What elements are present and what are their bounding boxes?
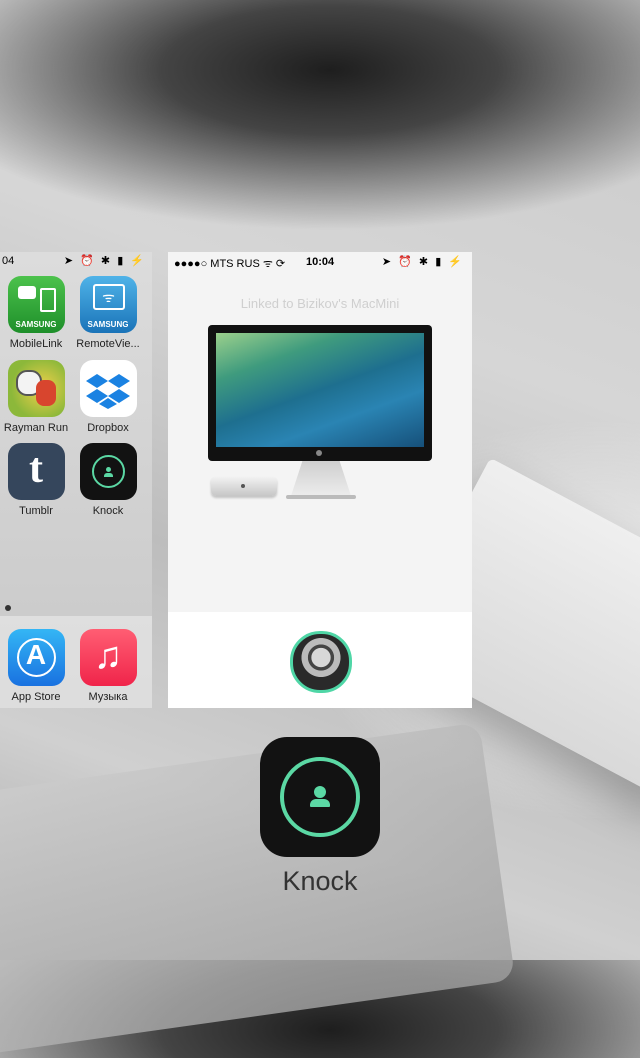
person-icon — [314, 786, 326, 798]
app-dropbox[interactable]: Dropbox — [72, 360, 144, 434]
app-mobilelink[interactable]: SAMSUNG MobileLink — [0, 276, 72, 350]
app-label: Музыка — [88, 691, 128, 703]
rayman-icon — [7, 360, 65, 417]
status-icons: ➤ ⏰ ✱ ▮ ⚡ — [381, 256, 464, 268]
status-icons: ➤ ⏰ ✱ ▮ ⚡ — [63, 255, 146, 267]
app-label: Dropbox — [87, 422, 129, 434]
bottom-panel — [168, 612, 472, 708]
tumblr-icon: t — [7, 443, 65, 500]
app-remoteview[interactable]: ᯤ SAMSUNG RemoteVie... — [72, 276, 144, 350]
dropbox-icon — [79, 360, 137, 417]
display-stand — [290, 461, 352, 499]
app-music[interactable]: ♫ Музыка — [72, 629, 144, 703]
samsung-remoteview-icon: ᯤ SAMSUNG — [79, 276, 137, 333]
status-bar: ●●●●○ MTS RUS ᯤ ⟳ 10:04 ➤ ⏰ ✱ ▮ ⚡ — [168, 252, 472, 272]
app-app-store[interactable]: A App Store — [0, 629, 72, 703]
person-body-icon — [310, 799, 330, 807]
app-name-label: Knock — [282, 866, 358, 896]
dock: A App Store ♫ Музыка — [0, 616, 152, 708]
app-knock[interactable]: Knock — [72, 443, 144, 517]
status-time: 04 — [2, 255, 15, 267]
app-label: Rayman Run — [3, 422, 69, 434]
status-carrier: ●●●●○ MTS RUS ᯤ ⟳ — [174, 258, 286, 270]
app-store-icon: A — [7, 629, 65, 686]
app-rayman-run[interactable]: Rayman Run — [0, 360, 72, 434]
status-time: 10:04 — [306, 256, 335, 268]
app-label: App Store — [11, 691, 61, 703]
status-bar: 04 ➤ ⏰ ✱ ▮ ⚡ — [0, 252, 152, 270]
app-label: Tumblr — [19, 505, 53, 517]
mac-mini-image — [211, 476, 277, 496]
app-label: MobileLink — [9, 338, 63, 350]
springboard-card[interactable]: 04 ➤ ⏰ ✱ ▮ ⚡ SAMSUNG MobileLink ᯤ SAMSUN… — [0, 252, 152, 708]
thunderbolt-display-image — [208, 325, 432, 461]
music-icon: ♫ — [79, 629, 137, 686]
knock-icon — [79, 443, 137, 500]
display-stand-base — [286, 495, 356, 499]
knock-app-icon[interactable] — [260, 737, 380, 857]
avatar[interactable] — [290, 631, 352, 693]
app-label: RemoteVie... — [76, 338, 140, 350]
samsung-mobilelink-icon: SAMSUNG — [7, 276, 65, 333]
knock-app-card[interactable]: ●●●●○ MTS RUS ᯤ ⟳ 10:04 ➤ ⏰ ✱ ▮ ⚡ Linked… — [168, 252, 472, 708]
app-label: Knock — [92, 505, 124, 517]
linked-device-label: Linked to Bizikov's MacMini — [240, 296, 400, 311]
app-tumblr[interactable]: t Tumblr — [0, 443, 72, 517]
page-indicator — [5, 605, 11, 611]
